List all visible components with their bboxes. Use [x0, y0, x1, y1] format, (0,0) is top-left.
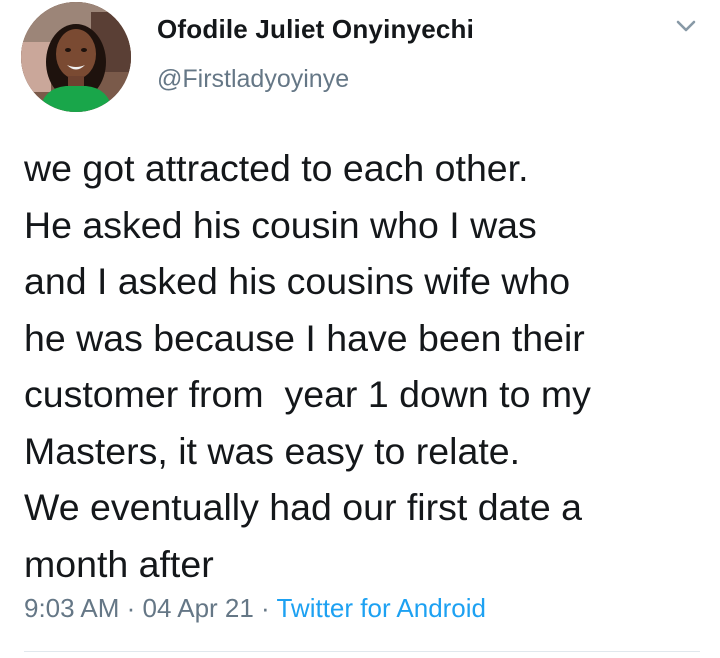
chevron-down-icon[interactable]	[672, 16, 700, 38]
tweet-text: we got attracted to each other. He asked…	[24, 140, 714, 592]
tweet-date[interactable]: 04 Apr 21	[143, 593, 254, 623]
meta-separator: ·	[119, 593, 143, 623]
user-handle[interactable]: @Firstladyoyinye	[157, 65, 349, 94]
divider	[24, 651, 700, 652]
display-name[interactable]: Ofodile Juliet Onyinyechi	[157, 14, 474, 45]
tweet-card: Ofodile Juliet Onyinyechi @Firstladyoyin…	[0, 0, 720, 658]
tweet-text-line: Masters, it was easy to relate.	[24, 429, 521, 472]
tweet-text-line: we got attracted to each other.	[24, 147, 529, 189]
tweet-text-line: We eventually had our first date a	[24, 486, 582, 528]
tweet-text-line: He asked his cousin who I was	[24, 203, 537, 246]
tweet-text-line: he was because I have been their	[24, 316, 585, 359]
tweet-time[interactable]: 9:03 AM	[24, 593, 119, 623]
tweet-source-link[interactable]: Twitter for Android	[276, 593, 486, 623]
tweet-text-line: month after	[24, 542, 214, 585]
meta-separator: ·	[253, 593, 277, 623]
tweet-text-line: customer from year 1 down to my	[24, 373, 591, 415]
tweet-meta: 9:03 AM · 04 Apr 21 · Twitter for Androi…	[24, 593, 486, 624]
avatar[interactable]	[21, 2, 131, 112]
avatar-photo	[21, 2, 131, 112]
tweet-text-line: and I asked his cousins wife who	[24, 260, 571, 302]
